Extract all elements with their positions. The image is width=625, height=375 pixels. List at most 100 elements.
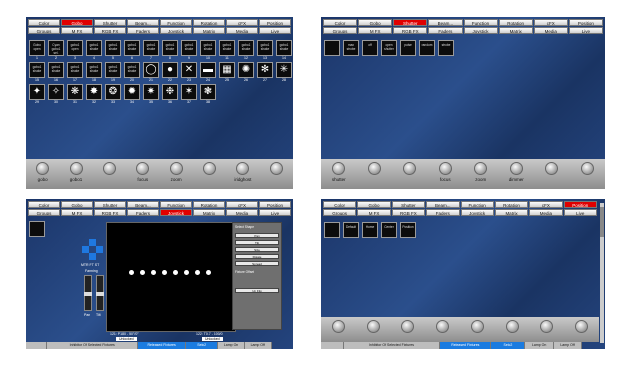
tab-faders[interactable]: Faders <box>428 27 463 34</box>
status-cell[interactable]: Lamp On <box>218 342 245 349</box>
position-button[interactable]: Home <box>362 222 378 238</box>
fixture-dot[interactable] <box>151 270 156 275</box>
gobo-button[interactable]: gobo1 shake <box>276 40 292 56</box>
encoder-knob[interactable] <box>540 320 554 333</box>
gobo-button[interactable]: gobo1 shake <box>257 40 273 56</box>
tab-rotation[interactable]: Rotation <box>193 201 225 208</box>
fixture-dot[interactable] <box>129 270 134 275</box>
status-cell[interactable]: Inhibitor Of Selected Fixtures <box>343 342 441 349</box>
tab-shutter[interactable]: Shutter <box>94 201 126 208</box>
tab-position[interactable]: Position <box>259 201 291 208</box>
tab-m-fx[interactable]: M FX <box>61 209 93 216</box>
gobo-button[interactable]: ❋ <box>67 84 83 100</box>
tab-beam-[interactable]: Beam... <box>426 201 460 208</box>
gobo-cell[interactable]: ✻ 27 <box>257 62 273 82</box>
position-cell[interactable]: Home <box>362 222 378 238</box>
fixture-dot[interactable] <box>173 270 178 275</box>
gobo-button[interactable]: ▦ <box>219 62 235 78</box>
tab-gobo[interactable]: Gobo <box>61 201 93 208</box>
encoder-knob[interactable] <box>470 320 484 333</box>
tab-rgb-fx[interactable]: RGB FX <box>391 209 426 216</box>
position-cell[interactable]: Default <box>343 222 359 238</box>
gobo-cell[interactable]: gobo1 shake 8 <box>162 40 178 60</box>
gobo-button[interactable]: ✹ <box>124 84 140 100</box>
arrow-left-icon[interactable] <box>82 246 89 253</box>
gobo-button[interactable]: ◯ <box>143 62 159 78</box>
status-cell[interactable]: Selc2 <box>186 342 219 349</box>
gobo-cell[interactable]: gobo1 shake 10 <box>200 40 216 60</box>
tab-rgb-fx[interactable]: RGB FX <box>94 27 126 34</box>
tab-matrix[interactable]: Matrix <box>494 209 529 216</box>
fixture-dot[interactable] <box>195 270 200 275</box>
encoder-knob[interactable] <box>36 162 50 175</box>
tab-cfx[interactable]: cFX <box>226 19 258 26</box>
position-button[interactable]: Center <box>381 222 397 238</box>
gobo-button[interactable]: gobo1 shake <box>67 62 83 78</box>
encoder-knob[interactable] <box>69 162 83 175</box>
tool-button[interactable]: Pan <box>235 233 279 238</box>
shutter-cell[interactable]: max strobe <box>343 40 359 56</box>
gobo-button[interactable]: ● <box>162 62 178 78</box>
gobo-cell[interactable]: gobo1 shake 20 <box>124 62 140 82</box>
tab-shutter[interactable]: Shutter <box>391 201 426 208</box>
gobo-cell[interactable]: gobo1 shake 4 <box>86 40 102 60</box>
tab-groups[interactable]: Groups <box>28 209 60 216</box>
encoder-knob[interactable] <box>136 162 150 175</box>
status-cell[interactable]: Selc2 <box>491 342 526 349</box>
status-cell[interactable] <box>26 342 48 349</box>
encoder-knob[interactable] <box>367 162 381 175</box>
shutter-cell[interactable]: pulse <box>400 40 416 56</box>
arrow-down-icon[interactable] <box>89 253 96 260</box>
encoder-knob[interactable] <box>366 320 380 333</box>
gobo-button[interactable]: gobo1 shake <box>105 40 121 56</box>
tab-faders[interactable]: Faders <box>127 27 159 34</box>
status-cell[interactable]: Lamp Off <box>553 342 583 349</box>
encoder-knob[interactable] <box>545 162 559 175</box>
tab-matrix[interactable]: Matrix <box>193 209 225 216</box>
gobo-button[interactable]: ✸ <box>86 84 102 100</box>
tab-shutter[interactable]: Shutter <box>393 19 428 26</box>
tilt-fader[interactable] <box>96 275 104 311</box>
gobo-cell[interactable]: ✸ 32 <box>86 84 102 104</box>
tab-color[interactable]: Color <box>323 19 358 26</box>
gobo-button[interactable]: gobo1 shake <box>200 40 216 56</box>
pan-tilt-view[interactable] <box>106 222 236 332</box>
tab-rgb-fx[interactable]: RGB FX <box>393 27 428 34</box>
shutter-button[interactable]: off <box>362 40 378 56</box>
gobo-button[interactable]: gobo1 shake <box>238 40 254 56</box>
encoder-knob[interactable] <box>575 320 589 333</box>
gobo-cell[interactable]: ✳ 28 <box>276 62 292 82</box>
position-cell[interactable]: Center <box>381 222 397 238</box>
gobo-button[interactable]: ✶ <box>181 84 197 100</box>
tab-m-fx[interactable]: M FX <box>61 27 93 34</box>
gobo-cell[interactable]: gobo1 shake 11 <box>219 40 235 60</box>
encoder-knob[interactable] <box>505 320 519 333</box>
tab-rotation[interactable]: Rotation <box>498 19 533 26</box>
tab-color[interactable]: Color <box>323 201 357 208</box>
tab-cfx[interactable]: cFX <box>226 201 258 208</box>
position-button[interactable]: Position <box>400 222 416 238</box>
gobo-button[interactable]: ✕ <box>181 62 197 78</box>
tab-position[interactable]: Position <box>563 201 597 208</box>
tab-function[interactable]: Function <box>160 19 192 26</box>
fixture-dot[interactable] <box>162 270 167 275</box>
tab-gobo[interactable]: Gobo <box>357 201 391 208</box>
tab-media[interactable]: Media <box>529 209 563 216</box>
gobo-button[interactable]: ✷ <box>143 84 159 100</box>
encoder-knob[interactable] <box>438 162 452 175</box>
tab-gobo[interactable]: Gobo <box>358 19 393 26</box>
tab-color[interactable]: Color <box>28 19 60 26</box>
gobo-button[interactable]: gobo1 open <box>67 40 83 56</box>
gobo-button[interactable]: ✦ <box>29 84 45 100</box>
gobo-cell[interactable]: gobo1 shake 15 <box>29 62 45 82</box>
gobo-button[interactable]: gobo1 shake <box>29 62 45 78</box>
tab-cfx[interactable]: cFX <box>529 201 563 208</box>
encoder-knob[interactable] <box>474 162 488 175</box>
status-cell[interactable]: Lamp On <box>525 342 554 349</box>
position-cell[interactable] <box>324 222 340 238</box>
tab-position[interactable]: Position <box>568 19 603 26</box>
tab-media[interactable]: Media <box>533 27 568 34</box>
gobo-cell[interactable]: ✕ 23 <box>181 62 197 82</box>
encoder-knob[interactable] <box>436 320 450 333</box>
gobo-cell[interactable]: Cyan gobo1 sel. 2 <box>48 40 64 60</box>
